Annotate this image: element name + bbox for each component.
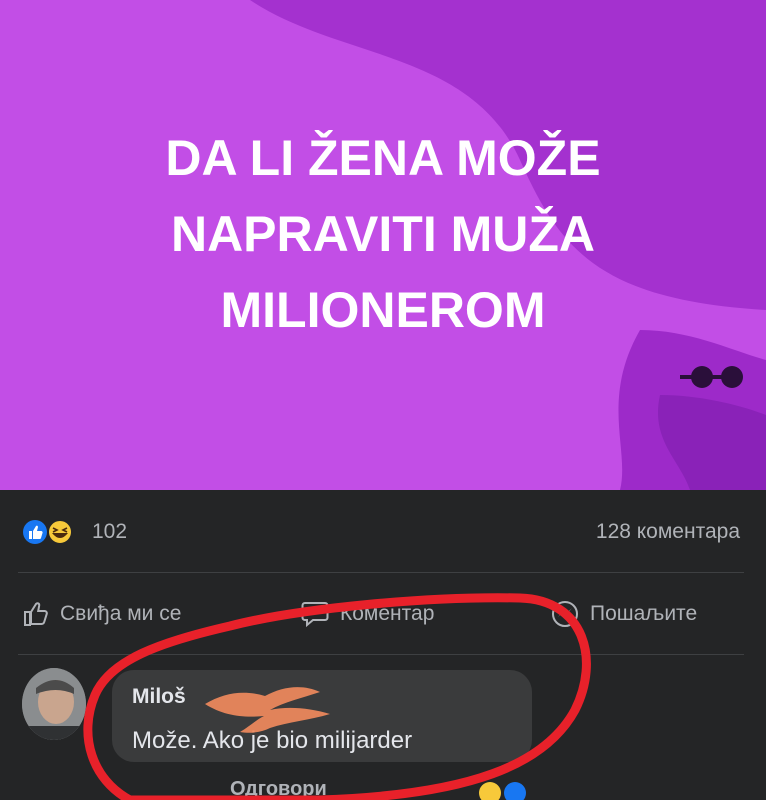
comment-label: Коментар (340, 602, 435, 625)
avatar[interactable] (22, 668, 86, 740)
reaction-badge-icons (479, 782, 526, 800)
haha-icon (47, 519, 73, 545)
post-title: DA LI ŽENA MOŽE NAPRAVITI MUŽA MILIONERO… (0, 120, 766, 348)
post-image[interactable]: DA LI ŽENA MOŽE NAPRAVITI MUŽA MILIONERO… (0, 0, 766, 490)
post-title-line: MILIONEROM (220, 282, 546, 338)
comment-icon (301, 602, 329, 628)
divider (18, 654, 744, 655)
divider (18, 572, 744, 573)
sunglasses-icon (680, 366, 743, 388)
like-icon (23, 520, 47, 544)
reaction-count[interactable]: 102 (92, 518, 127, 546)
avatar-photo (22, 668, 86, 740)
reaction-icons[interactable] (22, 519, 86, 545)
comment-author[interactable]: Miloš (132, 684, 186, 710)
thumbs-up-icon (24, 602, 48, 626)
send-button[interactable]: Пошаљите (550, 592, 697, 636)
comment-text: Može. Ako je bio milijarder (132, 727, 413, 754)
messenger-icon (552, 601, 578, 627)
post-title-line: DA LI ŽENA MOŽE (165, 130, 601, 186)
post-title-line: NAPRAVITI MUŽA (170, 206, 596, 262)
like-label: Свиђа ми се (60, 602, 182, 625)
like-button[interactable]: Свиђа ми се (22, 592, 181, 636)
send-label: Пошаљите (590, 602, 698, 625)
reply-button[interactable]: Одговори (230, 778, 327, 800)
comment-count[interactable]: 128 коментара (596, 518, 740, 546)
comment-button[interactable]: Коментар (300, 592, 434, 636)
